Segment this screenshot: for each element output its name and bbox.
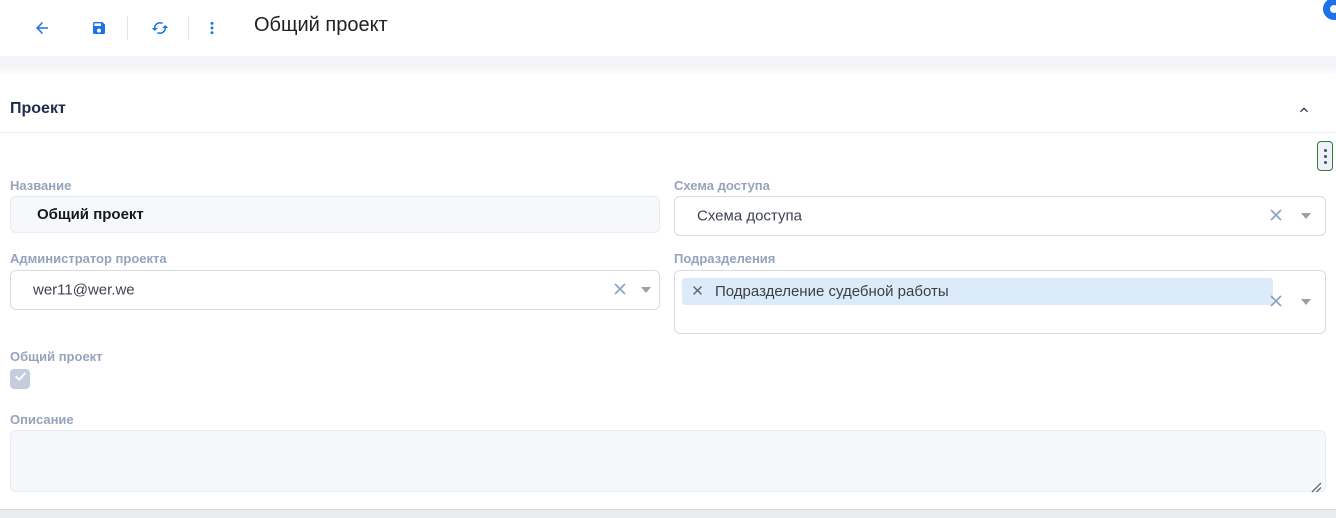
access-scheme-value: Схема доступа <box>697 207 802 225</box>
dropdown-caret-icon[interactable] <box>1301 299 1311 305</box>
section-title: Проект <box>10 100 66 117</box>
section-menu-button[interactable] <box>1317 141 1333 171</box>
dropdown-caret-icon[interactable] <box>641 287 651 293</box>
admin-value: wer11@wer.we <box>33 281 135 299</box>
departments-label: Подразделения <box>674 251 776 266</box>
more-vert-icon <box>1323 154 1327 158</box>
access-scheme-select[interactable]: Схема доступа <box>674 196 1326 236</box>
admin-select[interactable]: wer11@wer.we <box>10 270 660 310</box>
chip-label: Подразделение судебной работы <box>715 283 949 300</box>
save-button[interactable] <box>82 11 116 45</box>
arrow-left-icon <box>33 19 51 37</box>
department-chip: Подразделение судебной работы <box>682 278 1273 305</box>
access-scheme-label: Схема доступа <box>674 178 770 193</box>
departments-multiselect[interactable]: Подразделение судебной работы <box>674 270 1326 334</box>
toolbar: Общий проект <box>0 0 1336 56</box>
description-label: Описание <box>10 412 74 427</box>
resize-handle-icon[interactable] <box>1310 480 1322 498</box>
dropdown-caret-icon[interactable] <box>1301 213 1311 219</box>
clear-x-icon <box>692 284 703 299</box>
project-page: Общий проект Проект Название Общий проек… <box>0 0 1336 518</box>
checkmark-icon <box>14 370 27 388</box>
admin-clear-button[interactable] <box>611 281 629 299</box>
toolbar-divider <box>127 16 128 40</box>
refresh-icon <box>151 19 169 37</box>
clear-x-icon <box>1269 208 1283 225</box>
name-field-label: Название <box>10 178 72 193</box>
clear-x-icon <box>613 282 627 299</box>
shared-project-label: Общий проект <box>10 349 103 364</box>
more-vert-icon <box>204 20 220 36</box>
access-scheme-clear-button[interactable] <box>1267 207 1285 225</box>
bottom-scrollbar-track[interactable] <box>0 509 1336 518</box>
toolbar-divider <box>188 16 189 40</box>
more-vert-icon <box>1323 160 1327 164</box>
clear-x-icon <box>1269 294 1283 311</box>
page-title: Общий проект <box>254 14 388 36</box>
chevron-up-icon <box>1296 102 1312 121</box>
badge-dot-icon <box>1330 5 1336 13</box>
name-input[interactable]: Общий проект <box>10 196 660 233</box>
more-vert-icon <box>1323 148 1327 152</box>
section-header: Проект <box>0 90 1336 133</box>
shared-project-checkbox[interactable] <box>10 369 30 389</box>
back-button[interactable] <box>25 11 59 45</box>
save-icon <box>91 20 107 36</box>
notification-badge[interactable] <box>1323 0 1336 20</box>
departments-clear-button[interactable] <box>1267 293 1285 311</box>
description-textarea[interactable] <box>10 430 1326 492</box>
admin-field-label: Администратор проекта <box>10 251 167 266</box>
toolbar-more-button[interactable] <box>195 11 229 45</box>
chip-remove-button[interactable] <box>682 284 703 299</box>
page-background-band <box>0 56 1336 76</box>
refresh-button[interactable] <box>143 11 177 45</box>
section-collapse-button[interactable] <box>1290 97 1318 125</box>
